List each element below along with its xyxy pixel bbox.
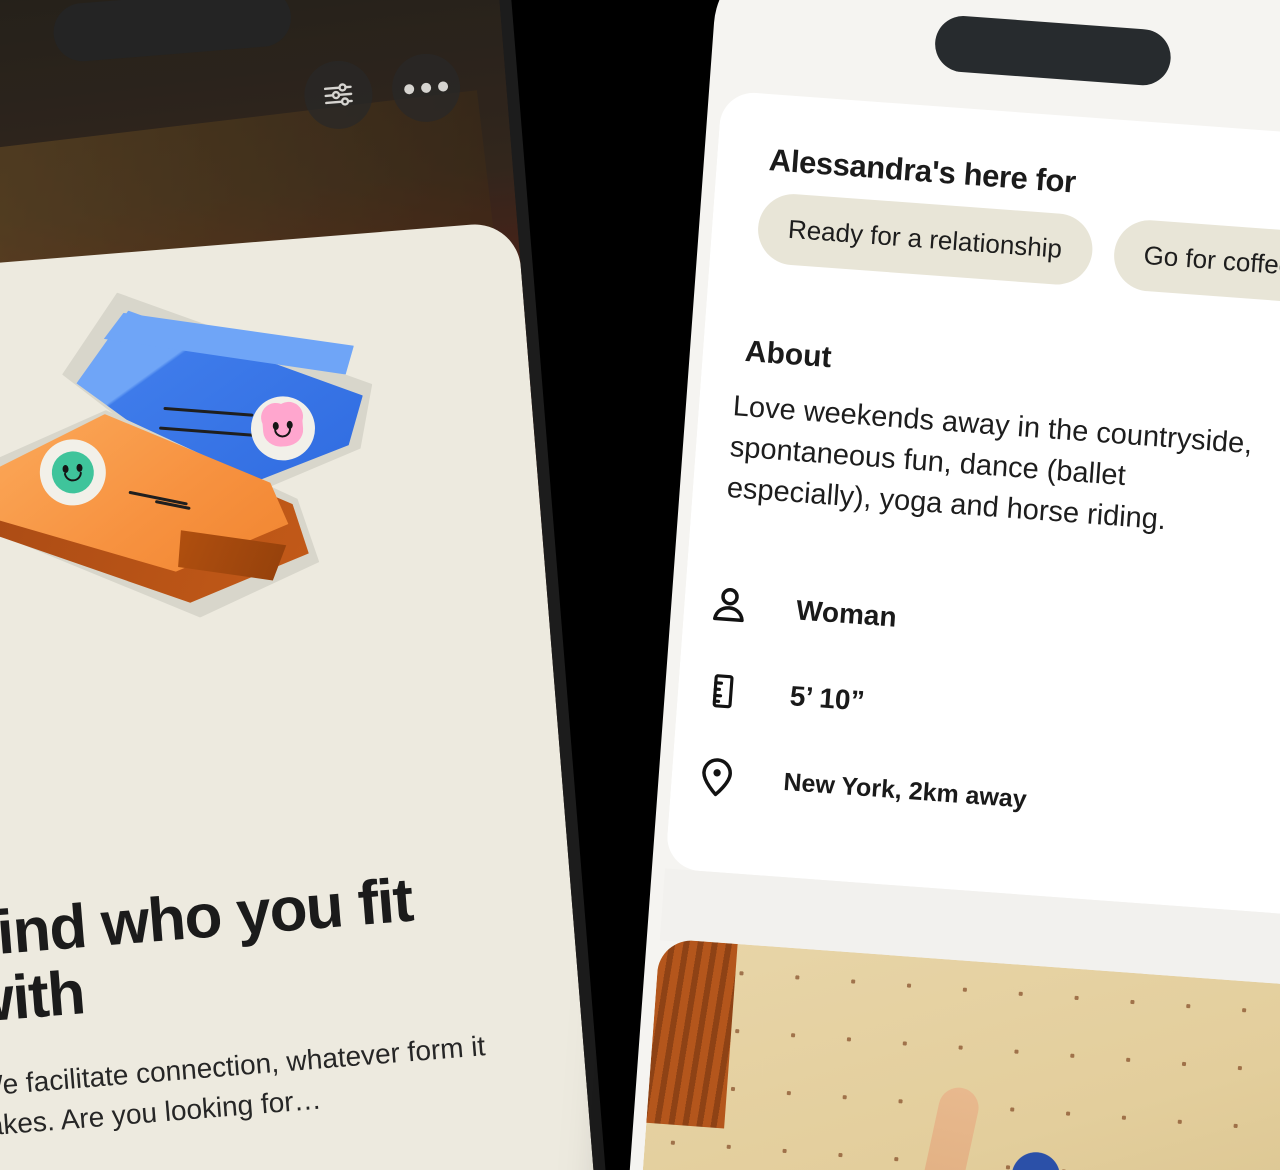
chip-go-for-coffee[interactable]: Go for coffee <box>1111 217 1280 304</box>
location-icon <box>692 752 741 801</box>
two-sneakers-illustration <box>0 257 554 738</box>
right-phone-screen: Alessandra's here for Ready for a relati… <box>632 0 1280 1170</box>
detail-value: 5’ 10” <box>788 680 866 717</box>
person-icon <box>705 581 754 630</box>
here-for-chips: Ready for a relationship Go for coffee <box>755 191 1280 312</box>
about-heading: About <box>743 334 833 375</box>
left-phone-screen: Find who you fit with We facilitate conn… <box>0 0 604 1170</box>
detail-value: New York, 2km away <box>782 767 1028 814</box>
green-smiley-icon <box>50 449 96 496</box>
profile-info-card: Alessandra's here for Ready for a relati… <box>664 90 1280 917</box>
page-title: Find who you fit with <box>0 865 415 1037</box>
ruler-icon <box>698 667 747 716</box>
here-for-title: Alessandra's here for <box>767 142 1077 200</box>
screenshot-stage: Find who you fit with We facilitate conn… <box>0 0 1280 1170</box>
chip-ready-for-a-relationship[interactable]: Ready for a relationship <box>755 191 1095 287</box>
page-subtitle: We facilitate connection, whatever form … <box>0 1030 487 1142</box>
face-features <box>262 409 305 448</box>
about-body: Love weekends away in the countryside, s… <box>725 390 1254 537</box>
filters-button[interactable] <box>301 58 376 132</box>
more-options-button[interactable] <box>389 51 463 125</box>
sliders-icon <box>323 83 353 106</box>
face-features <box>50 450 95 495</box>
left-content-sheet: Find who you fit with We facilitate conn… <box>0 220 604 1170</box>
left-phone-mockup: Find who you fit with We facilitate conn… <box>0 0 617 1170</box>
detail-value: Woman <box>795 594 898 633</box>
profile-details-list: Woman 5’ 10” New York, 2km away <box>691 561 1280 862</box>
pink-heart-smiley-icon <box>261 408 305 448</box>
left-top-actions <box>301 51 463 132</box>
right-dynamic-island <box>933 14 1173 88</box>
ellipsis-icon <box>403 81 449 95</box>
photo-wood-floor <box>632 938 739 1129</box>
right-phone-mockup: Alessandra's here for Ready for a relati… <box>618 0 1280 1170</box>
